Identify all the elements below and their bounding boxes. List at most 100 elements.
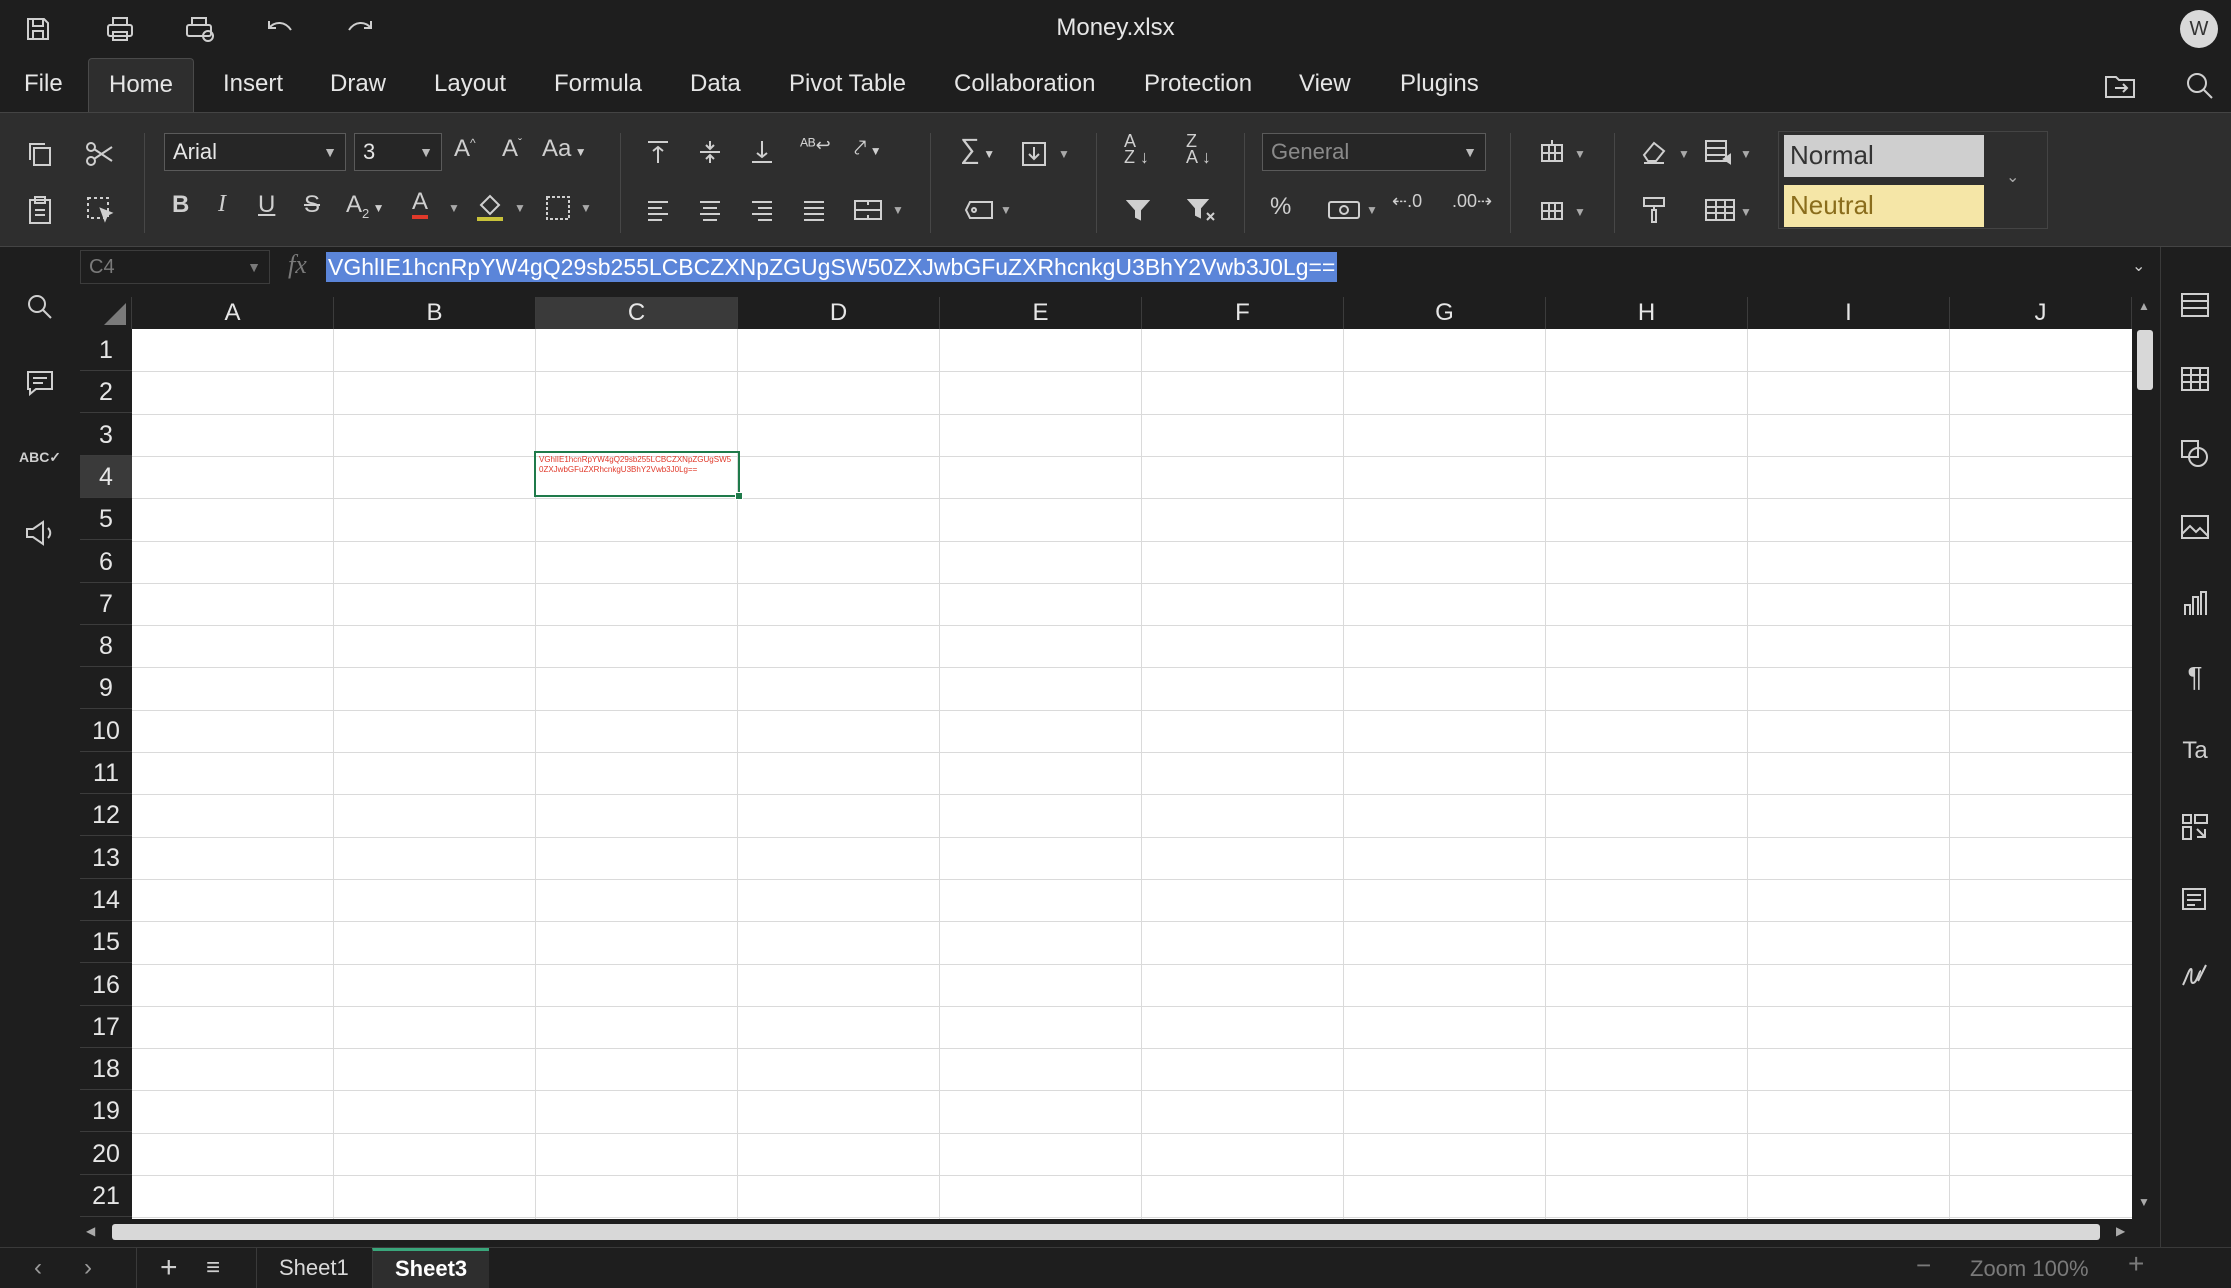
sheet-list-icon[interactable]: ≡ [206,1252,220,1284]
font-color-caret-icon[interactable]: ▼ [448,201,460,215]
search-icon[interactable] [2180,68,2220,104]
table-settings-icon[interactable] [2175,361,2215,397]
filter-icon[interactable] [1120,193,1156,227]
spellcheck-icon[interactable]: ABC✓ [19,439,61,475]
clear-filter-icon[interactable] [1182,193,1222,227]
row-header-1[interactable]: 1 [80,329,132,371]
currency-icon[interactable] [1324,193,1364,227]
align-middle-icon[interactable] [692,135,728,169]
format-painter-icon[interactable] [1636,193,1672,227]
row-header-18[interactable]: 18 [80,1048,132,1090]
next-sheet-icon[interactable]: › [84,1254,92,1282]
fill-caret-icon[interactable]: ▼ [1058,147,1070,161]
select-all-icon[interactable] [82,191,118,229]
slicer-settings-icon[interactable] [2175,883,2215,919]
zoom-in-icon[interactable]: + [2128,1248,2144,1280]
active-cell[interactable]: VGhlIE1hcnRpYW4gQ29sb255LCBCZXNpZGUgSW50… [534,451,743,500]
clear-caret-icon[interactable]: ▼ [1678,147,1690,161]
subscript-icon[interactable]: A2 ▼ [346,191,384,221]
horizontal-scroll-thumb[interactable] [112,1224,2100,1240]
avatar[interactable]: W [2180,10,2218,48]
conditional-format-caret-icon[interactable]: ▼ [1740,147,1752,161]
sort-descending-icon[interactable]: ZA ↓ [1186,132,1211,166]
signature-settings-icon[interactable] [2175,957,2215,993]
text-art-settings-icon[interactable]: Ta [2175,733,2215,769]
row-header-4[interactable]: 4 [80,456,132,498]
row-header-10[interactable]: 10 [80,710,132,752]
pivot-settings-icon[interactable] [2175,809,2215,845]
wrap-text-icon[interactable]: ᴬᴮ↩ [800,135,831,156]
row-header-16[interactable]: 16 [80,964,132,1006]
fill-handle[interactable] [735,492,743,500]
clear-icon[interactable] [1636,135,1672,169]
comments-icon[interactable] [20,365,60,401]
merge-cells-icon[interactable] [850,193,886,227]
column-header-b[interactable]: B [334,297,536,329]
tab-file[interactable]: File [4,58,83,112]
delete-cells-caret-icon[interactable]: ▼ [1574,205,1586,219]
underline-icon[interactable]: U [258,191,275,219]
scroll-up-icon[interactable]: ▲ [2138,299,2150,313]
row-header-15[interactable]: 15 [80,921,132,963]
prev-sheet-icon[interactable]: ‹ [34,1254,42,1282]
percent-icon[interactable]: % [1270,193,1291,221]
name-box[interactable]: C4 ▼ [80,250,270,284]
format-as-table-icon[interactable] [1700,193,1740,227]
text-orientation-icon[interactable]: ⤤ ▼ [854,135,882,161]
shape-settings-icon[interactable] [2175,435,2215,471]
column-header-h[interactable]: H [1546,297,1748,329]
column-header-j[interactable]: J [1950,297,2132,329]
number-format-select[interactable]: General ▼ [1262,133,1486,171]
tab-collaboration[interactable]: Collaboration [934,58,1115,112]
scroll-right-icon[interactable]: ▶ [2116,1224,2125,1238]
change-case-icon[interactable]: Aa ▼ [542,135,587,163]
tab-view[interactable]: View [1279,58,1371,112]
scroll-left-icon[interactable]: ◀ [86,1224,95,1238]
cut-icon[interactable] [82,137,118,171]
sheet-tab-sheet3[interactable]: Sheet3 [372,1248,490,1288]
insert-cells-caret-icon[interactable]: ▼ [1574,147,1586,161]
paragraph-settings-icon[interactable]: ¶ [2175,659,2215,695]
column-header-i[interactable]: I [1748,297,1950,329]
row-header-5[interactable]: 5 [80,498,132,540]
fill-icon[interactable] [1016,137,1052,171]
row-header-17[interactable]: 17 [80,1006,132,1048]
row-header-8[interactable]: 8 [80,625,132,667]
tab-data[interactable]: Data [670,58,761,112]
column-header-e[interactable]: E [940,297,1142,329]
align-left-icon[interactable] [640,193,676,227]
align-right-icon[interactable] [744,193,780,227]
styles-expand-icon[interactable]: ⌄ [2006,167,2019,187]
conditional-format-icon[interactable] [1700,135,1736,169]
font-name-select[interactable]: Arial ▼ [164,133,346,171]
increase-decimal-icon[interactable]: .00⇢ [1452,191,1492,212]
vertical-scrollbar[interactable]: ▲ ▼ [2132,297,2160,1219]
copy-icon[interactable] [22,137,58,171]
fill-color-icon[interactable] [472,189,508,223]
align-top-icon[interactable] [640,135,676,169]
row-header-6[interactable]: 6 [80,541,132,583]
increase-font-icon[interactable]: A^ [454,135,476,163]
find-icon[interactable] [20,289,60,325]
vertical-scroll-thumb[interactable] [2137,330,2153,390]
row-header-21[interactable]: 21 [80,1175,132,1217]
open-location-icon[interactable] [2100,68,2140,104]
row-header-2[interactable]: 2 [80,371,132,413]
italic-icon[interactable]: I [218,191,226,218]
row-header-7[interactable]: 7 [80,583,132,625]
tab-plugins[interactable]: Plugins [1380,58,1499,112]
cell-grid[interactable]: VGhlIE1hcnRpYW4gQ29sb255LCBCZXNpZGUgSW50… [132,329,2152,1219]
strikethrough-icon[interactable]: S [304,191,320,219]
style-neutral[interactable]: Neutral [1784,185,1984,227]
chart-settings-icon[interactable] [2175,585,2215,621]
delete-cells-icon[interactable] [1534,193,1570,227]
column-header-g[interactable]: G [1344,297,1546,329]
row-header-12[interactable]: 12 [80,794,132,836]
row-header-14[interactable]: 14 [80,879,132,921]
zoom-out-icon[interactable]: − [1916,1250,1931,1281]
row-header-20[interactable]: 20 [80,1133,132,1175]
borders-icon[interactable] [540,191,576,225]
tab-protection[interactable]: Protection [1124,58,1272,112]
currency-caret-icon[interactable]: ▼ [1366,203,1378,217]
paste-icon[interactable] [22,191,58,229]
